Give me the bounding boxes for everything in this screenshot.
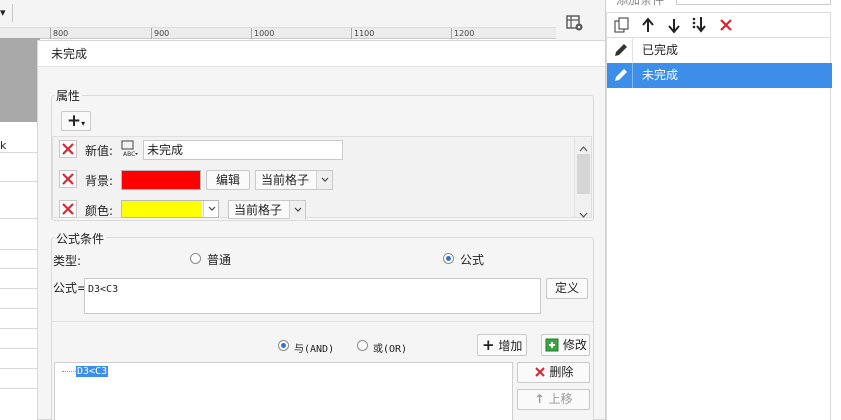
attribute-list-scrollbar[interactable]	[574, 137, 591, 218]
formula-label: 公式=	[53, 281, 88, 295]
background-color-swatch[interactable]	[121, 170, 201, 190]
cell-text: k	[0, 139, 7, 152]
delete-attribute-icon[interactable]	[59, 170, 77, 188]
condition-list-item[interactable]: 已完成	[607, 38, 832, 63]
pencil-icon	[613, 67, 629, 92]
sheet-toolbar: ▾	[0, 0, 560, 28]
row-separator	[632, 63, 633, 88]
chevron-down-icon	[316, 171, 332, 189]
scroll-up-icon[interactable]	[579, 141, 588, 155]
edit-background-button[interactable]: 编辑	[206, 170, 250, 190]
arrow-up-icon: ↑	[534, 392, 545, 406]
add-attribute-button[interactable]: +▾	[61, 111, 91, 131]
new-value-field[interactable]: 未完成	[143, 140, 343, 160]
condition-list-item-label: 已完成	[642, 43, 679, 57]
new-value-label: 新值:	[85, 144, 114, 158]
condition-list-item-selected[interactable]: 未完成	[607, 63, 832, 88]
ruler-tick: 900	[151, 28, 169, 39]
grid-line	[0, 218, 40, 219]
sheet-cells[interactable]: k	[0, 122, 40, 420]
grid-line	[0, 288, 40, 289]
panel-header-label: 添加条件	[616, 0, 665, 7]
modify-condition-button[interactable]: 修改	[541, 334, 590, 356]
grid-line	[0, 249, 40, 250]
svg-text:ABC: ABC	[123, 151, 135, 158]
or-radio-label: 或(OR)	[373, 344, 408, 355]
scroll-thumb[interactable]	[577, 154, 590, 194]
grid-line	[0, 308, 40, 309]
condition-tree[interactable]: D3<C3	[54, 362, 513, 420]
row-separator	[632, 38, 633, 63]
normal-radio-label: 普通	[207, 253, 232, 267]
modify-icon	[545, 338, 559, 352]
font-color-label: 颜色:	[85, 204, 114, 218]
delete-attribute-icon[interactable]	[59, 200, 77, 218]
chevron-down-icon	[203, 201, 219, 217]
ruler-tick: 1200	[451, 28, 474, 39]
ruler-tick: 1000	[251, 28, 274, 39]
divider	[52, 321, 593, 322]
ruler-tick: 800	[50, 28, 68, 39]
formula-condition-label: 公式条件	[54, 230, 107, 247]
tree-connector	[62, 371, 76, 372]
toolbar-dropdown-icon[interactable]: ▾	[0, 6, 6, 19]
background-label: 背景:	[85, 174, 114, 188]
move-up-button[interactable]: ↑ 上移	[517, 389, 590, 410]
move-up-icon[interactable]	[641, 17, 655, 34]
attribute-list: 新值: ABC 未完成 背景: 编辑 当前格子 颜色: 当前格子	[52, 136, 592, 219]
delete-attribute-icon[interactable]	[59, 140, 77, 158]
and-radio-label: 与(AND)	[294, 344, 335, 355]
delete-condition-button[interactable]: 删除	[517, 362, 590, 383]
grid-line	[0, 268, 40, 269]
condition-attribute-dialog: 未完成 属性 +▾ 新值: ABC 未完成 背景: 编辑 当前格子 颜色: 当前…	[37, 40, 607, 420]
formula-field[interactable]: D3<C3	[84, 278, 541, 314]
copy-icon[interactable]	[614, 17, 631, 34]
background-scope-select[interactable]: 当前格子	[255, 170, 333, 190]
or-radio[interactable]	[357, 340, 368, 351]
grid-line	[0, 388, 40, 389]
close-icon	[534, 366, 546, 378]
conditions-panel: 添加条件 已完成 未完成	[605, 0, 841, 420]
condition-list-item-label: 未完成	[642, 68, 679, 82]
type-label: 类型:	[53, 254, 82, 268]
add-condition-button[interactable]: + 增加	[477, 334, 527, 356]
condition-item[interactable]: D3<C3	[76, 366, 109, 377]
grid-line	[0, 368, 40, 369]
formula-radio-label: 公式	[460, 253, 485, 267]
delete-icon[interactable]	[718, 17, 734, 33]
define-button[interactable]: 定义	[546, 278, 588, 299]
move-to-bottom-icon[interactable]	[690, 16, 708, 34]
ruler-tick: 1100	[351, 28, 374, 39]
normal-radio[interactable]	[190, 253, 201, 264]
grid-line	[0, 328, 40, 329]
sheet-gray-area	[0, 38, 40, 122]
sheet-settings-icon[interactable]	[566, 14, 584, 35]
move-down-icon[interactable]	[667, 17, 681, 34]
conditions-list: 已完成 未完成	[606, 38, 832, 420]
attributes-section-label: 属性	[54, 87, 83, 104]
grid-line	[0, 152, 40, 153]
dialog-title: 未完成	[38, 41, 606, 67]
panel-toolbar	[606, 12, 831, 38]
grid-line	[0, 181, 40, 182]
plus-icon: +	[482, 336, 495, 354]
scroll-down-icon[interactable]	[579, 207, 588, 221]
font-color-swatch	[122, 201, 202, 217]
panel-header-field[interactable]	[676, 0, 831, 5]
formula-radio[interactable]	[443, 253, 454, 264]
font-color-scope-select[interactable]: 当前格子	[228, 200, 306, 219]
and-radio[interactable]	[278, 340, 289, 351]
value-type-icon[interactable]: ABC	[120, 139, 140, 159]
grid-line	[0, 348, 40, 349]
toolbar-divider	[12, 4, 13, 22]
horizontal-ruler: 800 900 1000 1100 1200	[0, 28, 560, 39]
screen: ▾ 800 900 1000 1100 1200 k 未完成 属性 +▾ 新值:…	[0, 0, 841, 420]
font-color-select[interactable]	[121, 200, 219, 218]
chevron-down-icon	[289, 201, 305, 219]
